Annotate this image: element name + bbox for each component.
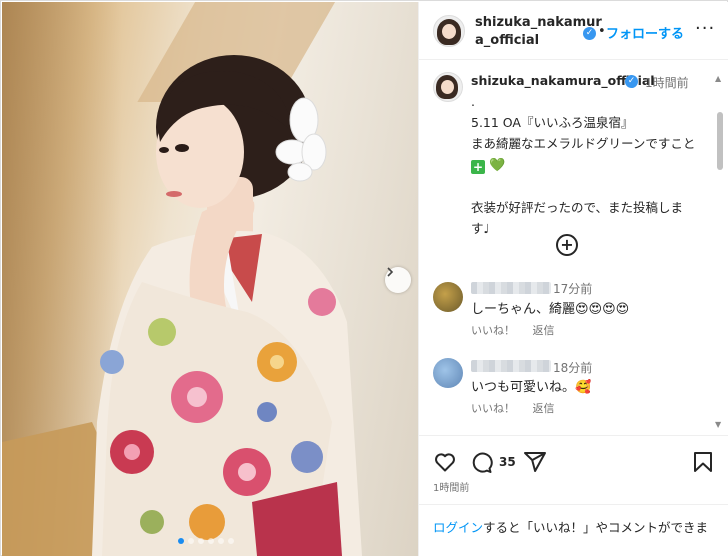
photo-subject-illustration bbox=[2, 55, 362, 556]
next-photo-button[interactable] bbox=[385, 267, 411, 293]
bookmark-icon[interactable] bbox=[691, 450, 715, 474]
comment-like-button[interactable]: いいね！ bbox=[471, 402, 515, 415]
scroll-up-arrow-icon[interactable]: ▲ bbox=[715, 74, 721, 83]
follow-button[interactable]: フォローする bbox=[606, 23, 684, 42]
carousel-dot bbox=[178, 538, 184, 544]
comment-time[interactable]: 17分前 bbox=[553, 280, 592, 297]
comment-reply-button[interactable]: 返信 bbox=[533, 402, 555, 415]
carousel-dot bbox=[208, 538, 214, 544]
caption-author-avatar[interactable] bbox=[433, 72, 463, 102]
comment-actions: いいね！ 返信 bbox=[471, 322, 569, 338]
author-avatar[interactable] bbox=[433, 15, 465, 47]
more-options-button[interactable]: ··· bbox=[695, 18, 715, 39]
caption-emoji-heart: 💚 bbox=[488, 158, 506, 173]
comment-text: いつも可愛いね。🥰 bbox=[471, 380, 592, 395]
post-side-panel: shizuka_nakamur a_official ✓ • フォローする ··… bbox=[418, 2, 728, 556]
post-photo[interactable] bbox=[2, 2, 418, 556]
comment-text: しーちゃん、綺麗😍😍😍😍 bbox=[471, 302, 630, 317]
login-prompt-text: すると「いいね！」やコメントができま bbox=[483, 520, 709, 535]
commenter-username-blurred[interactable] bbox=[471, 282, 551, 294]
plus-circle-icon: + bbox=[560, 235, 574, 254]
carousel-dot bbox=[188, 538, 194, 544]
login-link[interactable]: ログイン bbox=[433, 520, 483, 535]
share-icon[interactable] bbox=[523, 450, 547, 474]
commenter-avatar[interactable] bbox=[433, 282, 463, 312]
instagram-post-window: shizuka_nakamur a_official ✓ • フォローする ··… bbox=[0, 0, 728, 556]
caption-body-second: 衣装が好評だったので、また投稿しま す♩ bbox=[471, 200, 684, 236]
carousel-dot bbox=[228, 538, 234, 544]
commenter-avatar[interactable] bbox=[433, 358, 463, 388]
load-more-comments-button[interactable]: + bbox=[556, 234, 578, 256]
verified-badge-icon: ✓ bbox=[625, 75, 638, 88]
comment-item: 18分前 いつも可愛いね。🥰 いいね！ 返信 bbox=[419, 354, 719, 424]
header-separator: • bbox=[598, 24, 606, 39]
avatar-face bbox=[441, 80, 454, 94]
post-actions-bar: 35 1時間前 ログインすると「いいね！」やコメントができま bbox=[419, 435, 728, 556]
commenter-username-blurred[interactable] bbox=[471, 360, 551, 372]
carousel-indicator bbox=[178, 538, 234, 544]
comment-icon[interactable] bbox=[469, 450, 493, 474]
caption-emoji-plus: + bbox=[471, 160, 485, 174]
post-time[interactable]: 1時間前 bbox=[433, 479, 469, 494]
verified-badge-icon: ✓ bbox=[583, 27, 596, 40]
carousel-dot bbox=[218, 538, 224, 544]
chevron-right-icon bbox=[387, 267, 394, 277]
heart-icon[interactable] bbox=[433, 450, 457, 474]
caption-body: . 5.11 OA『いいふろ温泉宿』 まあ綺麗なエメラルドグリーンですこと bbox=[471, 94, 696, 151]
carousel-dot bbox=[198, 538, 204, 544]
comments-scrollbar[interactable]: ▲ ▼ bbox=[714, 74, 726, 434]
comment-item: 17分前 しーちゃん、綺麗😍😍😍😍 いいね！ 返信 bbox=[419, 274, 719, 344]
comment-reply-button[interactable]: 返信 bbox=[533, 324, 555, 337]
comment-actions: いいね！ 返信 bbox=[471, 400, 569, 416]
post-header: shizuka_nakamur a_official ✓ • フォローする ··… bbox=[419, 2, 728, 60]
caption-text: . 5.11 OA『いいふろ温泉宿』 まあ綺麗なエメラルドグリーンですこと + … bbox=[471, 91, 711, 239]
avatar-face bbox=[442, 24, 456, 39]
comment-time[interactable]: 18分前 bbox=[553, 359, 592, 376]
scrollbar-thumb[interactable] bbox=[717, 112, 723, 170]
scroll-down-arrow-icon[interactable]: ▼ bbox=[715, 420, 721, 429]
comment-like-button[interactable]: いいね！ bbox=[471, 324, 515, 337]
caption-time[interactable]: 1時間前 bbox=[645, 74, 689, 91]
comment-count: 35 bbox=[499, 455, 516, 469]
login-prompt: ログインすると「いいね！」やコメントができま bbox=[419, 504, 728, 557]
